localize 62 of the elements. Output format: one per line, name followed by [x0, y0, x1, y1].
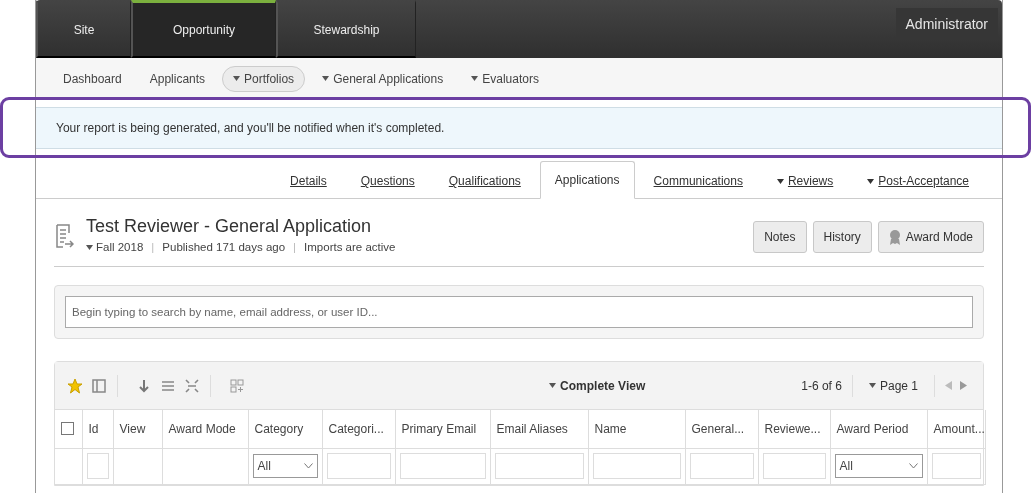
- expand-icon: [184, 377, 200, 394]
- column-header[interactable]: Primary Email: [395, 410, 490, 449]
- filter-field[interactable]: [689, 453, 754, 480]
- chevron-icon: [303, 463, 313, 470]
- meta-text: Published 171 days ago: [162, 239, 286, 255]
- previous-arrow-icon: [945, 381, 952, 391]
- panel-icon: [91, 377, 107, 394]
- grid-add-icon: [229, 377, 245, 394]
- section-tab[interactable]: Post-Acceptance: [852, 163, 984, 199]
- chevron-icon: [908, 463, 918, 470]
- filter-field[interactable]: [931, 453, 981, 480]
- filter-select[interactable]: All: [252, 454, 318, 479]
- filter-field[interactable]: [762, 453, 826, 480]
- document-icon: [54, 223, 74, 250]
- column-header[interactable]: Categori...: [322, 410, 395, 449]
- section-tab[interactable]: Applications: [539, 161, 635, 199]
- info-alert: Your report is being generated, and you'll be notified when it's completed.: [36, 107, 1002, 149]
- subnav-item[interactable]: Dashboard: [52, 65, 133, 92]
- column-header[interactable]: Amount...: [927, 410, 985, 449]
- separator: |: [293, 239, 297, 255]
- header-button[interactable]: Notes: [753, 220, 807, 253]
- view-dropdown[interactable]: Complete View: [543, 375, 652, 396]
- down-arrow-icon: [136, 377, 152, 394]
- section-tab[interactable]: Questions: [345, 163, 430, 199]
- next-arrow-icon: [960, 381, 967, 391]
- section-tab[interactable]: Details: [275, 163, 342, 199]
- column-header[interactable]: Award Period: [830, 410, 927, 449]
- record-count: 1-6 of 6: [801, 377, 842, 395]
- column-header[interactable]: Email Aliases: [490, 410, 588, 449]
- subnav-item[interactable]: Applicants: [138, 65, 217, 92]
- separator: |: [151, 239, 155, 255]
- column-header[interactable]: Id: [82, 410, 113, 449]
- section-tab[interactable]: Qualifications: [433, 163, 536, 199]
- filter-field[interactable]: [494, 453, 584, 480]
- ribbon-icon: [888, 228, 901, 245]
- caret-icon: [868, 383, 876, 389]
- caret-icon: [549, 383, 557, 389]
- filter-field[interactable]: [326, 453, 391, 480]
- subnav-item[interactable]: Portfolios: [222, 65, 306, 92]
- filter-field[interactable]: [592, 453, 681, 480]
- subnav-item[interactable]: General Applications: [311, 65, 455, 92]
- column-header[interactable]: Award Mode: [162, 410, 248, 449]
- filter-select[interactable]: All: [834, 454, 923, 479]
- nav-tab[interactable]: Opportunity: [131, 0, 276, 58]
- page-title: Test Reviewer - General Application: [86, 217, 373, 237]
- header-button[interactable]: History: [812, 220, 872, 253]
- column-header[interactable]: Reviewe...: [758, 410, 830, 449]
- term-dropdown[interactable]: Fall 2018: [86, 238, 144, 257]
- select-all-checkbox[interactable]: [61, 422, 74, 436]
- subnav-item[interactable]: Evaluators: [460, 65, 550, 92]
- column-header[interactable]: View: [113, 410, 162, 449]
- award-mode-button[interactable]: Award Mode: [877, 220, 984, 253]
- search-field[interactable]: Begin typing to search by name, email address, or user ID...: [65, 296, 973, 329]
- filter-field[interactable]: [86, 453, 109, 480]
- page-dropdown[interactable]: Page 1: [862, 375, 924, 396]
- meta-text: Imports are active: [304, 239, 396, 255]
- section-tab[interactable]: Communications: [638, 163, 758, 199]
- filter-field[interactable]: [399, 453, 486, 480]
- section-tab[interactable]: Reviews: [761, 163, 849, 199]
- column-header[interactable]: General...: [685, 410, 758, 449]
- column-header[interactable]: Category: [248, 410, 322, 449]
- column-header[interactable]: Name: [588, 410, 685, 449]
